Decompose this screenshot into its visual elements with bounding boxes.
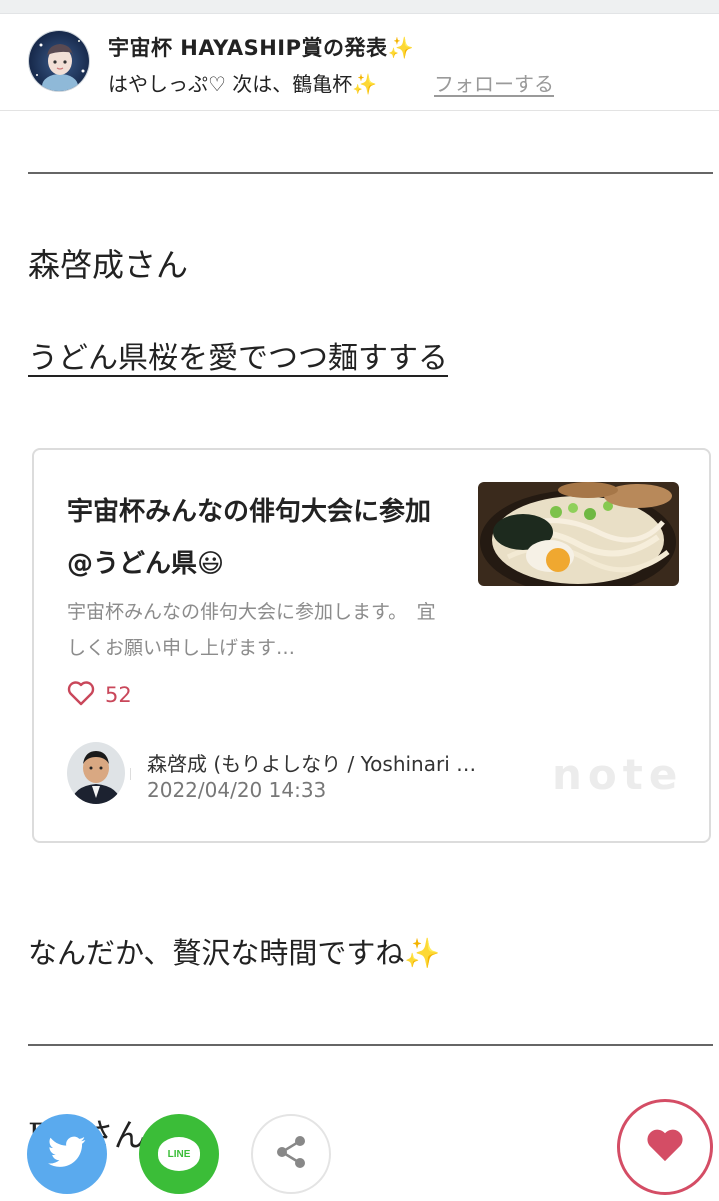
creator-avatar[interactable] [28,30,90,92]
author-name[interactable]: 森啓成 (もりよしなり / Yoshinari … [147,748,476,777]
embedded-note-card[interactable]: 宇宙杯みんなの俳句大会に参加@うどん県😃 宇宙杯みんなの俳句大会に参加します。 … [32,448,711,843]
separator [130,768,131,780]
like-button[interactable] [617,1099,713,1195]
likes-count: 52 [105,683,132,707]
line-icon: LINE [158,1137,200,1171]
header-bar: 宇宙杯 HAYASHIP賞の発表✨ はやしっぷ♡ 次は、鶴亀杯✨ フォローする [0,14,719,111]
divider [28,172,713,174]
author-avatar[interactable] [67,742,125,804]
share-icon [272,1133,310,1175]
card-date: 2022/04/20 14:33 [147,778,327,802]
follow-button[interactable]: フォローする [434,68,554,97]
share-button[interactable] [251,1114,331,1194]
section-heading: 森啓成さん [28,246,189,284]
article-title: 宇宙杯 HAYASHIP賞の発表✨ [108,36,415,60]
top-strip [0,0,719,14]
heart-icon [644,1126,686,1168]
divider [28,1044,713,1046]
twitter-icon [48,1136,86,1172]
line-share-button[interactable]: LINE [139,1114,219,1194]
card-title[interactable]: 宇宙杯みんなの俳句大会に参加@うどん県😃 [67,486,447,590]
body-paragraph: なんだか、贅沢な時間ですね✨ [28,936,441,970]
card-thumbnail[interactable] [478,482,679,586]
heart-outline-icon [67,680,95,710]
note-logo: note [552,750,684,799]
article-link[interactable]: うどん県桜を愛でつつ麺すする [28,333,448,377]
likes: 52 [67,680,132,710]
creator-name[interactable]: はやしっぷ♡ 次は、鶴亀杯✨ [108,68,377,97]
card-description: 宇宙杯みんなの俳句大会に参加します。 宜しくお願い申し上げます… [67,601,436,659]
twitter-share-button[interactable] [27,1114,107,1194]
